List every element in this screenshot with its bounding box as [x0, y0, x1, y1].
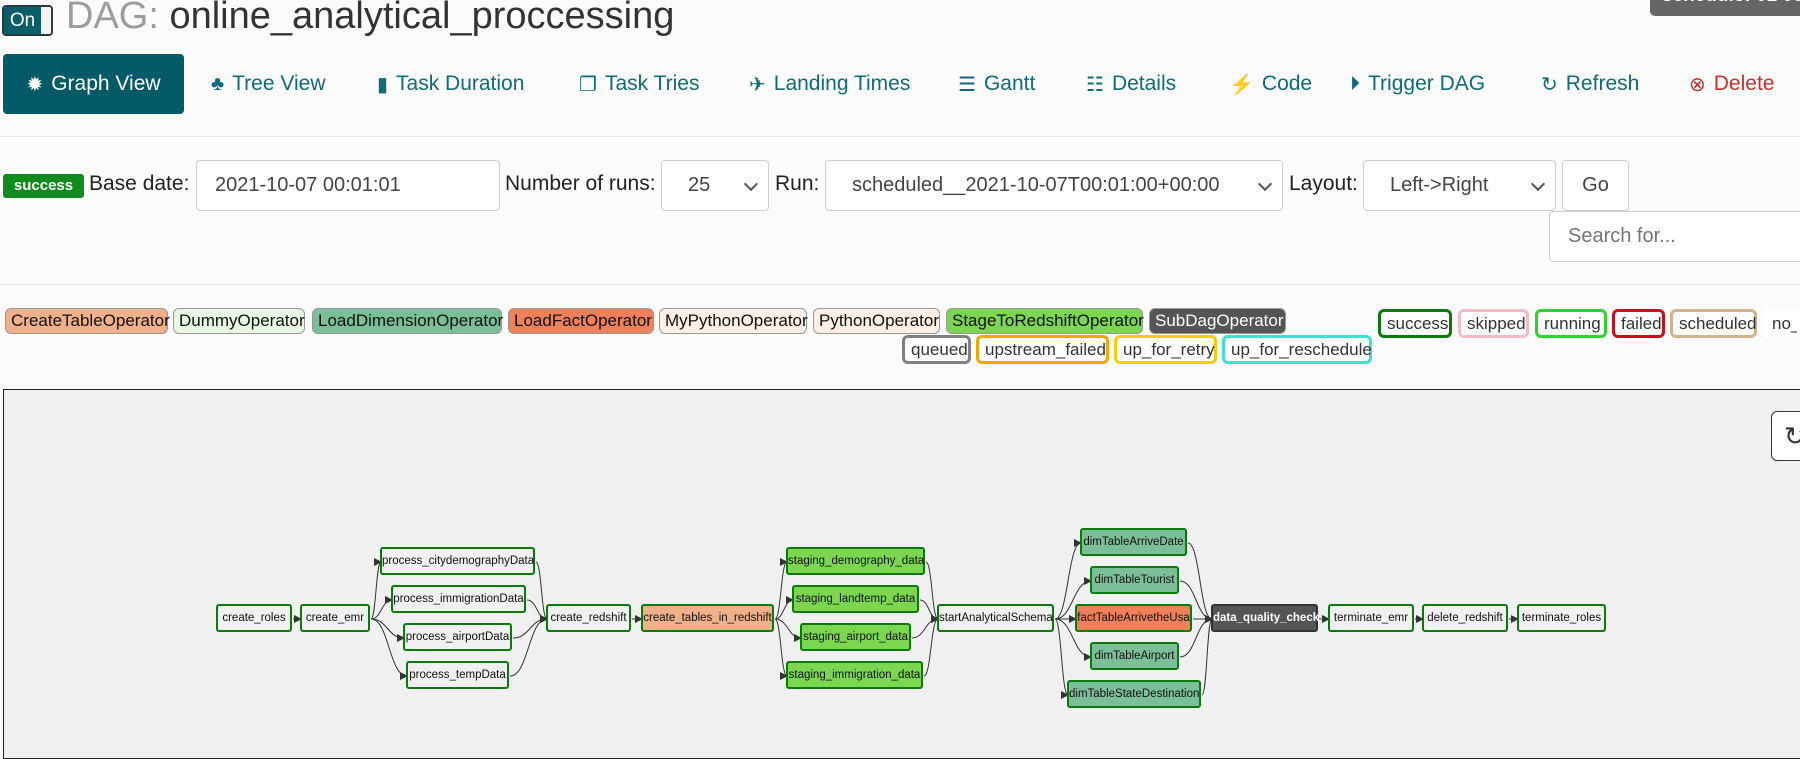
graph-edge: [774, 596, 794, 620]
graph-edge: [370, 618, 408, 680]
graph-edges: [293, 539, 1519, 699]
task-node-label: data_quality_check: [1213, 612, 1320, 624]
task-node-create-redshift[interactable]: create_redshift: [546, 604, 631, 632]
task-node-process-citydemographydata[interactable]: process_citydemographyData: [380, 547, 535, 575]
task-node-label: process_tempData: [409, 669, 506, 681]
task-node-terminate-emr[interactable]: terminate_emr: [1328, 604, 1414, 632]
task-node-label: terminate_emr: [1333, 612, 1409, 624]
task-node-label: dimTableArriveDate: [1083, 536, 1184, 548]
graph-edge: [370, 618, 405, 642]
task-node-label: process_immigrationData: [393, 593, 524, 605]
task-node-label: create_redshift: [550, 612, 627, 624]
task-node-dimtabletourist[interactable]: dimTableTourist: [1090, 566, 1179, 594]
task-node-staging-landtemp-data[interactable]: staging_landtemp_data: [792, 585, 919, 613]
graph-edge: [509, 615, 548, 677]
task-node-label: staging_demography_data: [788, 555, 925, 567]
task-node-label: staging_immigration_data: [788, 669, 921, 681]
task-node-label: terminate_roles: [1521, 612, 1602, 624]
task-node-process-immigrationdata[interactable]: process_immigrationData: [391, 585, 526, 613]
task-node-terminate-roles[interactable]: terminate_roles: [1517, 604, 1606, 632]
task-node-label: dimTableStateDestination: [1069, 688, 1200, 700]
task-node-label: process_airportData: [405, 631, 510, 643]
task-node-data-quality-check[interactable]: data_quality_check: [1211, 604, 1320, 632]
task-node-label: create_tables_in_redshift: [643, 612, 772, 624]
task-node-label: factTableArrivetheUsa: [1077, 612, 1190, 624]
task-node-facttablearrivetheusa[interactable]: factTableArrivetheUsa: [1075, 604, 1192, 632]
task-node-label: process_citydemographyData: [382, 555, 535, 567]
task-node-create-roles[interactable]: create_roles: [216, 604, 292, 632]
refresh-icon: ↻: [1784, 421, 1800, 451]
task-node-dimtableairport[interactable]: dimTableAirport: [1090, 642, 1179, 670]
task-node-create-tables-in-redshift[interactable]: create_tables_in_redshift: [641, 604, 774, 632]
task-node-staging-demography-data[interactable]: staging_demography_data: [786, 547, 925, 575]
task-node-process-airportdata[interactable]: process_airportData: [403, 623, 512, 651]
task-node-dimtablestatedestination[interactable]: dimTableStateDestination: [1067, 680, 1201, 708]
task-node-label: dimTableTourist: [1094, 574, 1175, 586]
graph-edge: [512, 615, 548, 639]
task-node-label: startAnalyticalSchema: [939, 612, 1053, 624]
graph-edge: [919, 599, 939, 623]
task-node-create-emr[interactable]: create_emr: [300, 604, 370, 632]
reset-zoom-button[interactable]: ↻: [1771, 411, 1800, 461]
task-node-dimtablearrivedate[interactable]: dimTableArriveDate: [1080, 528, 1187, 556]
task-node-staging-immigration-data[interactable]: staging_immigration_data: [786, 661, 923, 689]
task-node-startanalyticalschema[interactable]: startAnalyticalSchema: [937, 604, 1054, 632]
task-node-label: staging_landtemp_data: [795, 593, 916, 605]
task-node-staging-airport-data[interactable]: staging_airport_data: [800, 623, 911, 651]
task-node-label: create_emr: [305, 612, 365, 624]
task-node-process-tempdata[interactable]: process_tempData: [406, 661, 509, 689]
task-node-label: create_roles: [222, 612, 286, 624]
task-node-delete-redshift[interactable]: delete_redshift: [1422, 604, 1508, 632]
task-node-label: dimTableAirport: [1094, 650, 1175, 662]
task-node-label: delete_redshift: [1427, 612, 1503, 624]
task-node-label: staging_airport_data: [803, 631, 908, 643]
